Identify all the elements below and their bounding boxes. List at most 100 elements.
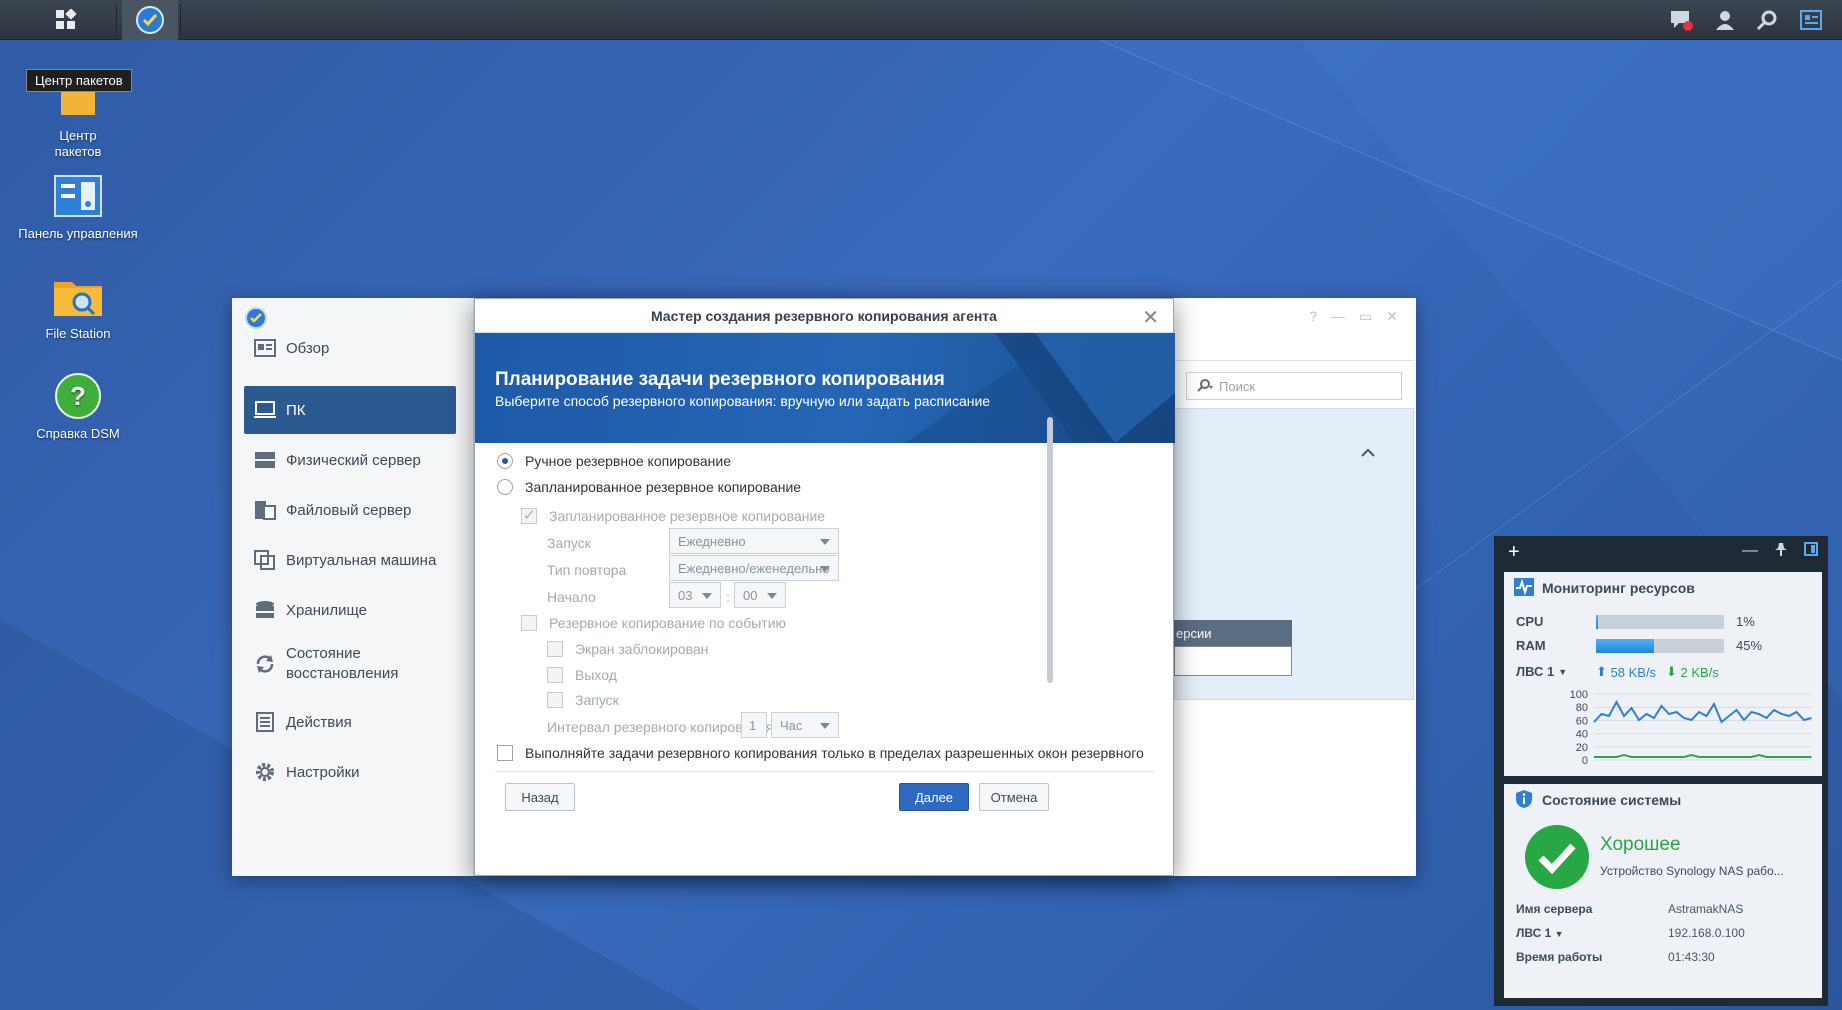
chevron-down-icon	[820, 539, 830, 545]
pin-icon[interactable]	[1774, 542, 1788, 561]
close-icon[interactable]: ✕	[1142, 305, 1159, 330]
event-backup-checkbox[interactable]	[521, 615, 537, 631]
app-sidebar: Обзор ПК Физический сервер Файловый серв…	[232, 298, 474, 876]
close-button[interactable]: ✕	[1386, 308, 1398, 325]
add-widget-button[interactable]: +	[1508, 541, 1520, 564]
manual-radio[interactable]	[497, 453, 513, 469]
repeat-select[interactable]: Ежедневно/еженедельно	[669, 555, 839, 581]
sidebar-item-file-server[interactable]: Файловый сервер	[244, 486, 456, 534]
lan-select[interactable]: ЛВС 1 ▼	[1516, 664, 1567, 679]
collapse-icon[interactable]	[1361, 445, 1375, 461]
upload-rate: ⬆ 58 KB/s	[1596, 664, 1657, 680]
chevron-down-icon	[820, 723, 830, 729]
screen-locked-row[interactable]: Экран заблокирован	[547, 641, 708, 657]
manual-backup-option[interactable]: Ручное резервное копирование	[497, 453, 731, 469]
window-controls: ? — ▭ ✕	[1309, 308, 1398, 325]
search-input[interactable]: Поиск	[1186, 372, 1402, 400]
logout-checkbox[interactable]	[547, 667, 563, 683]
status-good-icon	[1524, 824, 1590, 893]
cpu-value: 1%	[1736, 614, 1755, 629]
cpu-bar	[1596, 615, 1724, 629]
sidebar-item-vm[interactable]: Виртуальная машина	[244, 536, 456, 584]
help-button[interactable]: ?	[1309, 308, 1317, 325]
minimize-button[interactable]: —	[1331, 308, 1345, 325]
uptime-value: 01:43:30	[1668, 950, 1715, 964]
widgets-icon[interactable]	[1790, 0, 1832, 40]
resource-monitor-widget: Мониторинг ресурсов CPU 1% RAM 45% ЛВС 1…	[1504, 572, 1822, 776]
table-body	[1174, 646, 1292, 676]
resource-monitor-icon	[1514, 577, 1534, 599]
y-tick-label: 100	[1570, 689, 1588, 701]
search-icon	[1195, 378, 1213, 395]
launch-label: Запуск	[547, 535, 591, 551]
start-hour-select[interactable]: 03	[669, 582, 721, 608]
event-backup-checkbox-row[interactable]: Резервное копирование по событию	[521, 615, 786, 631]
vm-icon	[252, 549, 278, 571]
scheduled-backup-checkbox-row[interactable]: Запланированное резервное копирование	[521, 506, 825, 524]
user-icon[interactable]	[1704, 0, 1746, 40]
search-icon[interactable]	[1746, 0, 1788, 40]
apps-grid-icon[interactable]	[38, 0, 94, 40]
sidebar-item-restore-status[interactable]: Состояние восстановления	[244, 636, 456, 692]
overview-icon	[252, 337, 278, 359]
log-icon	[252, 711, 278, 733]
server-name-value: AstramakNAS	[1668, 902, 1744, 916]
ram-label: RAM	[1516, 638, 1546, 653]
maximize-button[interactable]: ▭	[1359, 308, 1372, 325]
y-tick-label: 40	[1576, 729, 1588, 741]
screen-locked-checkbox[interactable]	[547, 641, 563, 657]
dsm-help-icon: ?	[52, 370, 104, 422]
launch-select[interactable]: Ежедневно	[669, 528, 839, 554]
ram-value: 45%	[1736, 638, 1763, 653]
storage-icon	[252, 599, 278, 621]
sidebar-item-actions[interactable]: Действия	[244, 698, 456, 746]
backup-window-checkbox[interactable]	[497, 745, 513, 761]
desktop-control-panel[interactable]: Панель управления	[3, 170, 153, 242]
desktop-label: Справка DSM	[36, 426, 120, 441]
desktop-file-station[interactable]: File Station	[3, 270, 153, 342]
startup-checkbox[interactable]	[547, 692, 563, 708]
sidebar-item-storage[interactable]: Хранилище	[244, 586, 456, 634]
status-state: Хорошее	[1600, 834, 1681, 855]
cpu-label: CPU	[1516, 614, 1544, 629]
chevron-down-icon	[767, 593, 777, 599]
scrollbar[interactable]	[1047, 417, 1053, 683]
sidebar-item-settings[interactable]: Настройки	[244, 748, 456, 796]
y-tick-label: 20	[1576, 742, 1588, 754]
desktop-dsm-help[interactable]: ? Справка DSM	[3, 370, 153, 442]
lan-label[interactable]: ЛВС 1 ▼	[1516, 926, 1564, 940]
system-health-title: Состояние системы	[1504, 784, 1822, 816]
scheduled-checkbox[interactable]	[521, 506, 537, 524]
restore-icon	[252, 653, 278, 675]
start-minute-select[interactable]: 00	[734, 582, 786, 608]
interval-input[interactable]: 1	[741, 712, 767, 738]
sidebar-item-physical-server[interactable]: Физический сервер	[244, 436, 456, 484]
resource-monitor-title: Мониторинг ресурсов	[1504, 572, 1822, 604]
desktop-label: File Station	[45, 326, 111, 341]
active-backup-icon[interactable]	[122, 0, 178, 40]
interval-unit-select[interactable]: Час	[771, 712, 839, 738]
desktop-label: Центр пакетов	[54, 128, 102, 159]
next-button[interactable]: Далее	[899, 783, 969, 811]
y-tick-label: 60	[1576, 715, 1588, 727]
sidebar-item-pc[interactable]: ПК	[244, 386, 456, 434]
logout-row[interactable]: Выход	[547, 667, 617, 683]
download-rate: ⬇ 2 KB/s	[1666, 664, 1719, 680]
cancel-button[interactable]: Отмена	[979, 783, 1049, 811]
backup-window-row[interactable]: Выполняйте задачи резервного копирования…	[497, 745, 1144, 761]
desktop-label: Панель управления	[18, 226, 138, 241]
minimize-icon[interactable]: —	[1742, 542, 1758, 561]
ram-bar	[1596, 639, 1724, 653]
widget-panel: + — Мониторинг ресурсов CPU 1% RAM 45% Л…	[1494, 536, 1828, 1006]
widget-toolbar: + —	[1494, 536, 1828, 568]
pc-icon	[252, 399, 278, 421]
scheduled-radio[interactable]	[497, 479, 513, 495]
sidebar-item-overview[interactable]: Обзор	[244, 324, 456, 372]
scheduled-backup-option[interactable]: Запланированное резервное копирование	[497, 479, 801, 495]
back-button[interactable]: Назад	[505, 783, 575, 811]
chat-notification-icon[interactable]	[1660, 0, 1702, 40]
status-description: Устройство Synology NAS рабо...	[1600, 864, 1784, 878]
widget-layout-icon[interactable]	[1804, 542, 1818, 561]
startup-row[interactable]: Запуск	[547, 692, 619, 708]
download-series-line	[1594, 753, 1812, 758]
